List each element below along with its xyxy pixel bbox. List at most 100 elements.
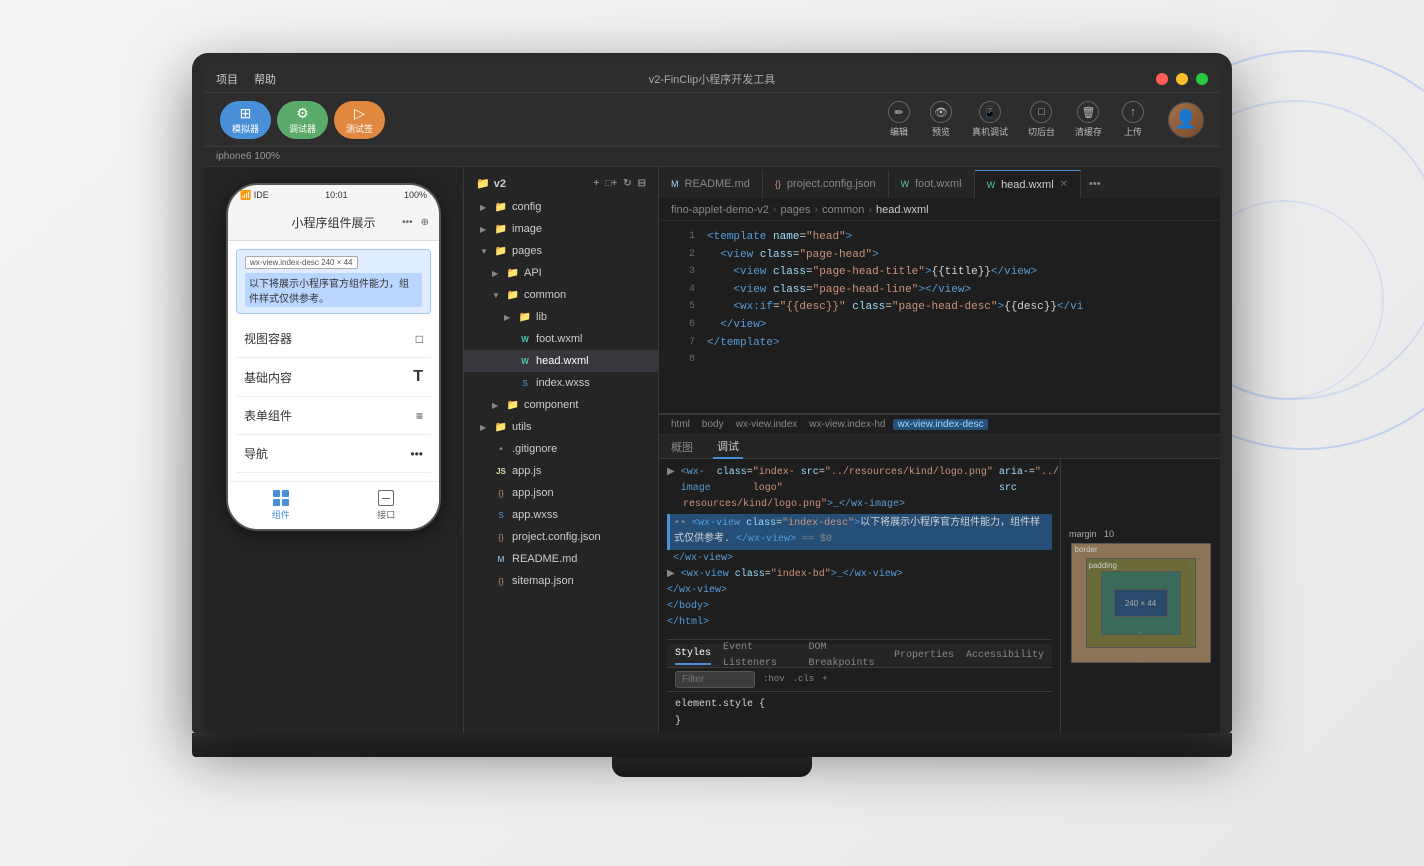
dom-wx-view-index-desc[interactable]: wx-view.index-desc <box>893 419 987 430</box>
code-line-1: 1 <template name="head"> <box>659 229 1220 247</box>
tree-item-lib[interactable]: ▶ 📁 lib <box>464 306 658 328</box>
nav-item-api[interactable]: 接口 <box>334 482 440 529</box>
laptop-container: 项目 帮助 v2-FinClip小程序开发工具 ⊞ <box>192 53 1232 813</box>
code-line-3: 3 <view class="page-head-title">{{title}… <box>659 264 1220 282</box>
laptop-stand <box>612 757 812 777</box>
close-button[interactable] <box>1156 73 1168 85</box>
tree-item-gitignore[interactable]: • .gitignore <box>464 438 658 460</box>
filetree-refresh[interactable]: ↻ <box>623 178 631 189</box>
section-nav: 导航 ••• <box>236 435 431 473</box>
tab-foot-wxml[interactable]: W foot.wxml <box>889 170 975 198</box>
dom-line-3: </wx-view> <box>667 551 1052 567</box>
main-content: 📶 IDE 10:01 100% 小程序组件展示 ••• ⊕ <box>204 167 1220 733</box>
tree-item-utils[interactable]: ▶ 📁 utils <box>464 416 658 438</box>
phone-container: 📶 IDE 10:01 100% 小程序组件展示 ••• ⊕ <box>204 167 463 733</box>
styles-tab-props[interactable]: Properties <box>894 648 954 664</box>
section-icon-2: T <box>413 368 423 386</box>
debugger-button[interactable]: ⚙ 调试器 <box>277 101 328 139</box>
box-model-panel: margin 10 <box>1060 459 1220 733</box>
bottom-panel: html body wx-view.index wx-view.index-hd… <box>659 413 1220 733</box>
title-bar: 项目 帮助 v2-FinClip小程序开发工具 <box>204 65 1220 93</box>
styles-tab-dom-bp[interactable]: DOM Breakpoints <box>808 640 881 672</box>
bottom-tab-preview[interactable]: 概图 <box>667 435 697 459</box>
tree-item-app-js[interactable]: JS app.js <box>464 460 658 482</box>
editor-area: M README.md {} project.config.json W foo… <box>659 167 1220 733</box>
code-line-8: 8 <box>659 352 1220 368</box>
dom-line-resources: resources/kind/logo.png">_</wx-image> <box>667 497 1052 513</box>
maximize-button[interactable] <box>1196 73 1208 85</box>
nav-item-component[interactable]: 组件 <box>228 482 334 529</box>
tab-head-wxml[interactable]: W head.wxml ✕ <box>975 170 1081 198</box>
upload-button[interactable]: ↑ 上传 <box>1122 101 1144 138</box>
dom-wx-view-index[interactable]: wx-view.index <box>732 419 802 430</box>
user-avatar[interactable]: 👤 <box>1168 102 1204 138</box>
filetree-new-folder[interactable]: □+ <box>605 178 617 189</box>
tree-item-common[interactable]: ▼ 📁 common <box>464 284 658 306</box>
breadcrumb-item-2: pages <box>781 204 811 216</box>
tree-item-app-json[interactable]: {} app.json <box>464 482 658 504</box>
menu-item-project[interactable]: 项目 <box>216 71 238 87</box>
styles-tab-styles[interactable]: Styles <box>675 646 711 665</box>
tree-item-pages[interactable]: ▼ 📁 pages <box>464 240 658 262</box>
filetree-collapse[interactable]: ⊟ <box>638 178 646 189</box>
tree-item-component[interactable]: ▶ 📁 component <box>464 394 658 416</box>
tree-item-index-wxss[interactable]: S index.wxss <box>464 372 658 394</box>
code-line-6: 6 </view> <box>659 317 1220 335</box>
tree-item-project-json[interactable]: {} project.config.json <box>464 526 658 548</box>
tab-readme[interactable]: M README.md <box>659 170 763 198</box>
styles-tab-access[interactable]: Accessibility <box>966 648 1044 664</box>
phone-content: wx-view.index-desc 240 × 44 以下将展示小程序官方组件… <box>228 241 439 481</box>
box-border-label: border <box>1075 545 1098 554</box>
minimize-button[interactable] <box>1176 73 1188 85</box>
code-editor[interactable]: 1 <template name="head"> 2 <view class="… <box>659 221 1220 413</box>
menu-bar: 项目 帮助 <box>216 71 276 87</box>
tree-item-api[interactable]: ▶ 📁 API <box>464 262 658 284</box>
dom-breadcrumb: html body wx-view.index wx-view.index-hd… <box>659 415 1220 435</box>
code-line-4: 4 <view class="page-head-line"></view> <box>659 282 1220 300</box>
toolbar: ⊞ 模拟器 ⚙ 调试器 ▷ 测试签 <box>204 93 1220 147</box>
styles-add-button[interactable]: + <box>822 672 827 686</box>
bottom-tabs: 概图 调试 <box>659 435 1220 459</box>
styles-hov-button[interactable]: :hov <box>763 672 785 686</box>
clear-cache-button[interactable]: 🗑 清缓存 <box>1075 101 1102 138</box>
mode-buttons: ⊞ 模拟器 ⚙ 调试器 ▷ 测试签 <box>220 101 385 139</box>
dom-html[interactable]: html <box>667 419 694 430</box>
styles-cls-button[interactable]: .cls <box>793 672 815 686</box>
tab-close-icon[interactable]: ✕ <box>1060 179 1068 190</box>
tree-item-foot-wxml[interactable]: W foot.wxml <box>464 328 658 350</box>
styles-tab-events[interactable]: Event Listeners <box>723 640 796 672</box>
tree-item-app-wxss[interactable]: S app.wxss <box>464 504 658 526</box>
phone-panel: 📶 IDE 10:01 100% 小程序组件展示 ••• ⊕ <box>204 167 464 733</box>
test-button[interactable]: ▷ 测试签 <box>334 101 385 139</box>
tree-item-readme[interactable]: M README.md <box>464 548 658 570</box>
dom-wx-view-index-hd[interactable]: wx-view.index-hd <box>805 419 889 430</box>
preview-button[interactable]: 👁 预览 <box>930 101 952 138</box>
menu-item-help[interactable]: 帮助 <box>254 71 276 87</box>
styles-rules: element.style { } .index-desc { <style> <box>667 692 1052 733</box>
dom-body[interactable]: body <box>698 419 728 430</box>
styles-filter-input[interactable] <box>675 671 755 688</box>
device-label: iphone6 100% <box>204 147 1220 167</box>
bottom-tab-dom[interactable]: 调试 <box>713 435 743 459</box>
window-controls <box>1156 73 1208 85</box>
edit-button[interactable]: ✏ 编辑 <box>888 101 910 138</box>
tree-item-sitemap[interactable]: {} sitemap.json <box>464 570 658 592</box>
tree-item-head-wxml[interactable]: W head.wxml <box>464 350 658 372</box>
filetree-new-file[interactable]: + <box>593 178 599 189</box>
styles-tabs: Styles Event Listeners DOM Breakpoints P… <box>667 644 1052 668</box>
app-screen: 项目 帮助 v2-FinClip小程序开发工具 ⊞ <box>204 65 1220 733</box>
tab-more-button[interactable]: ••• <box>1081 170 1109 198</box>
breadcrumb-item-1: fino-applet-demo-v2 <box>671 204 769 216</box>
tree-item-config[interactable]: ▶ 📁 config <box>464 196 658 218</box>
section-icon-3: ≡ <box>416 409 423 423</box>
tree-item-image[interactable]: ▶ 📁 image <box>464 218 658 240</box>
box-margin-value: 10 <box>1104 529 1114 539</box>
simulator-button[interactable]: ⊞ 模拟器 <box>220 101 271 139</box>
dom-line-4: ▶ <wx-view class="index-bd">_</wx-view> <box>667 567 1052 583</box>
app-title: v2-FinClip小程序开发工具 <box>649 71 776 87</box>
device-debug-button[interactable]: 📱 真机调试 <box>972 101 1008 138</box>
code-line-2: 2 <view class="page-head"> <box>659 247 1220 265</box>
background-button[interactable]: □ 切后台 <box>1028 101 1055 138</box>
phone-nav-more[interactable]: ••• ⊕ <box>402 217 429 228</box>
tab-project-config[interactable]: {} project.config.json <box>763 170 889 198</box>
